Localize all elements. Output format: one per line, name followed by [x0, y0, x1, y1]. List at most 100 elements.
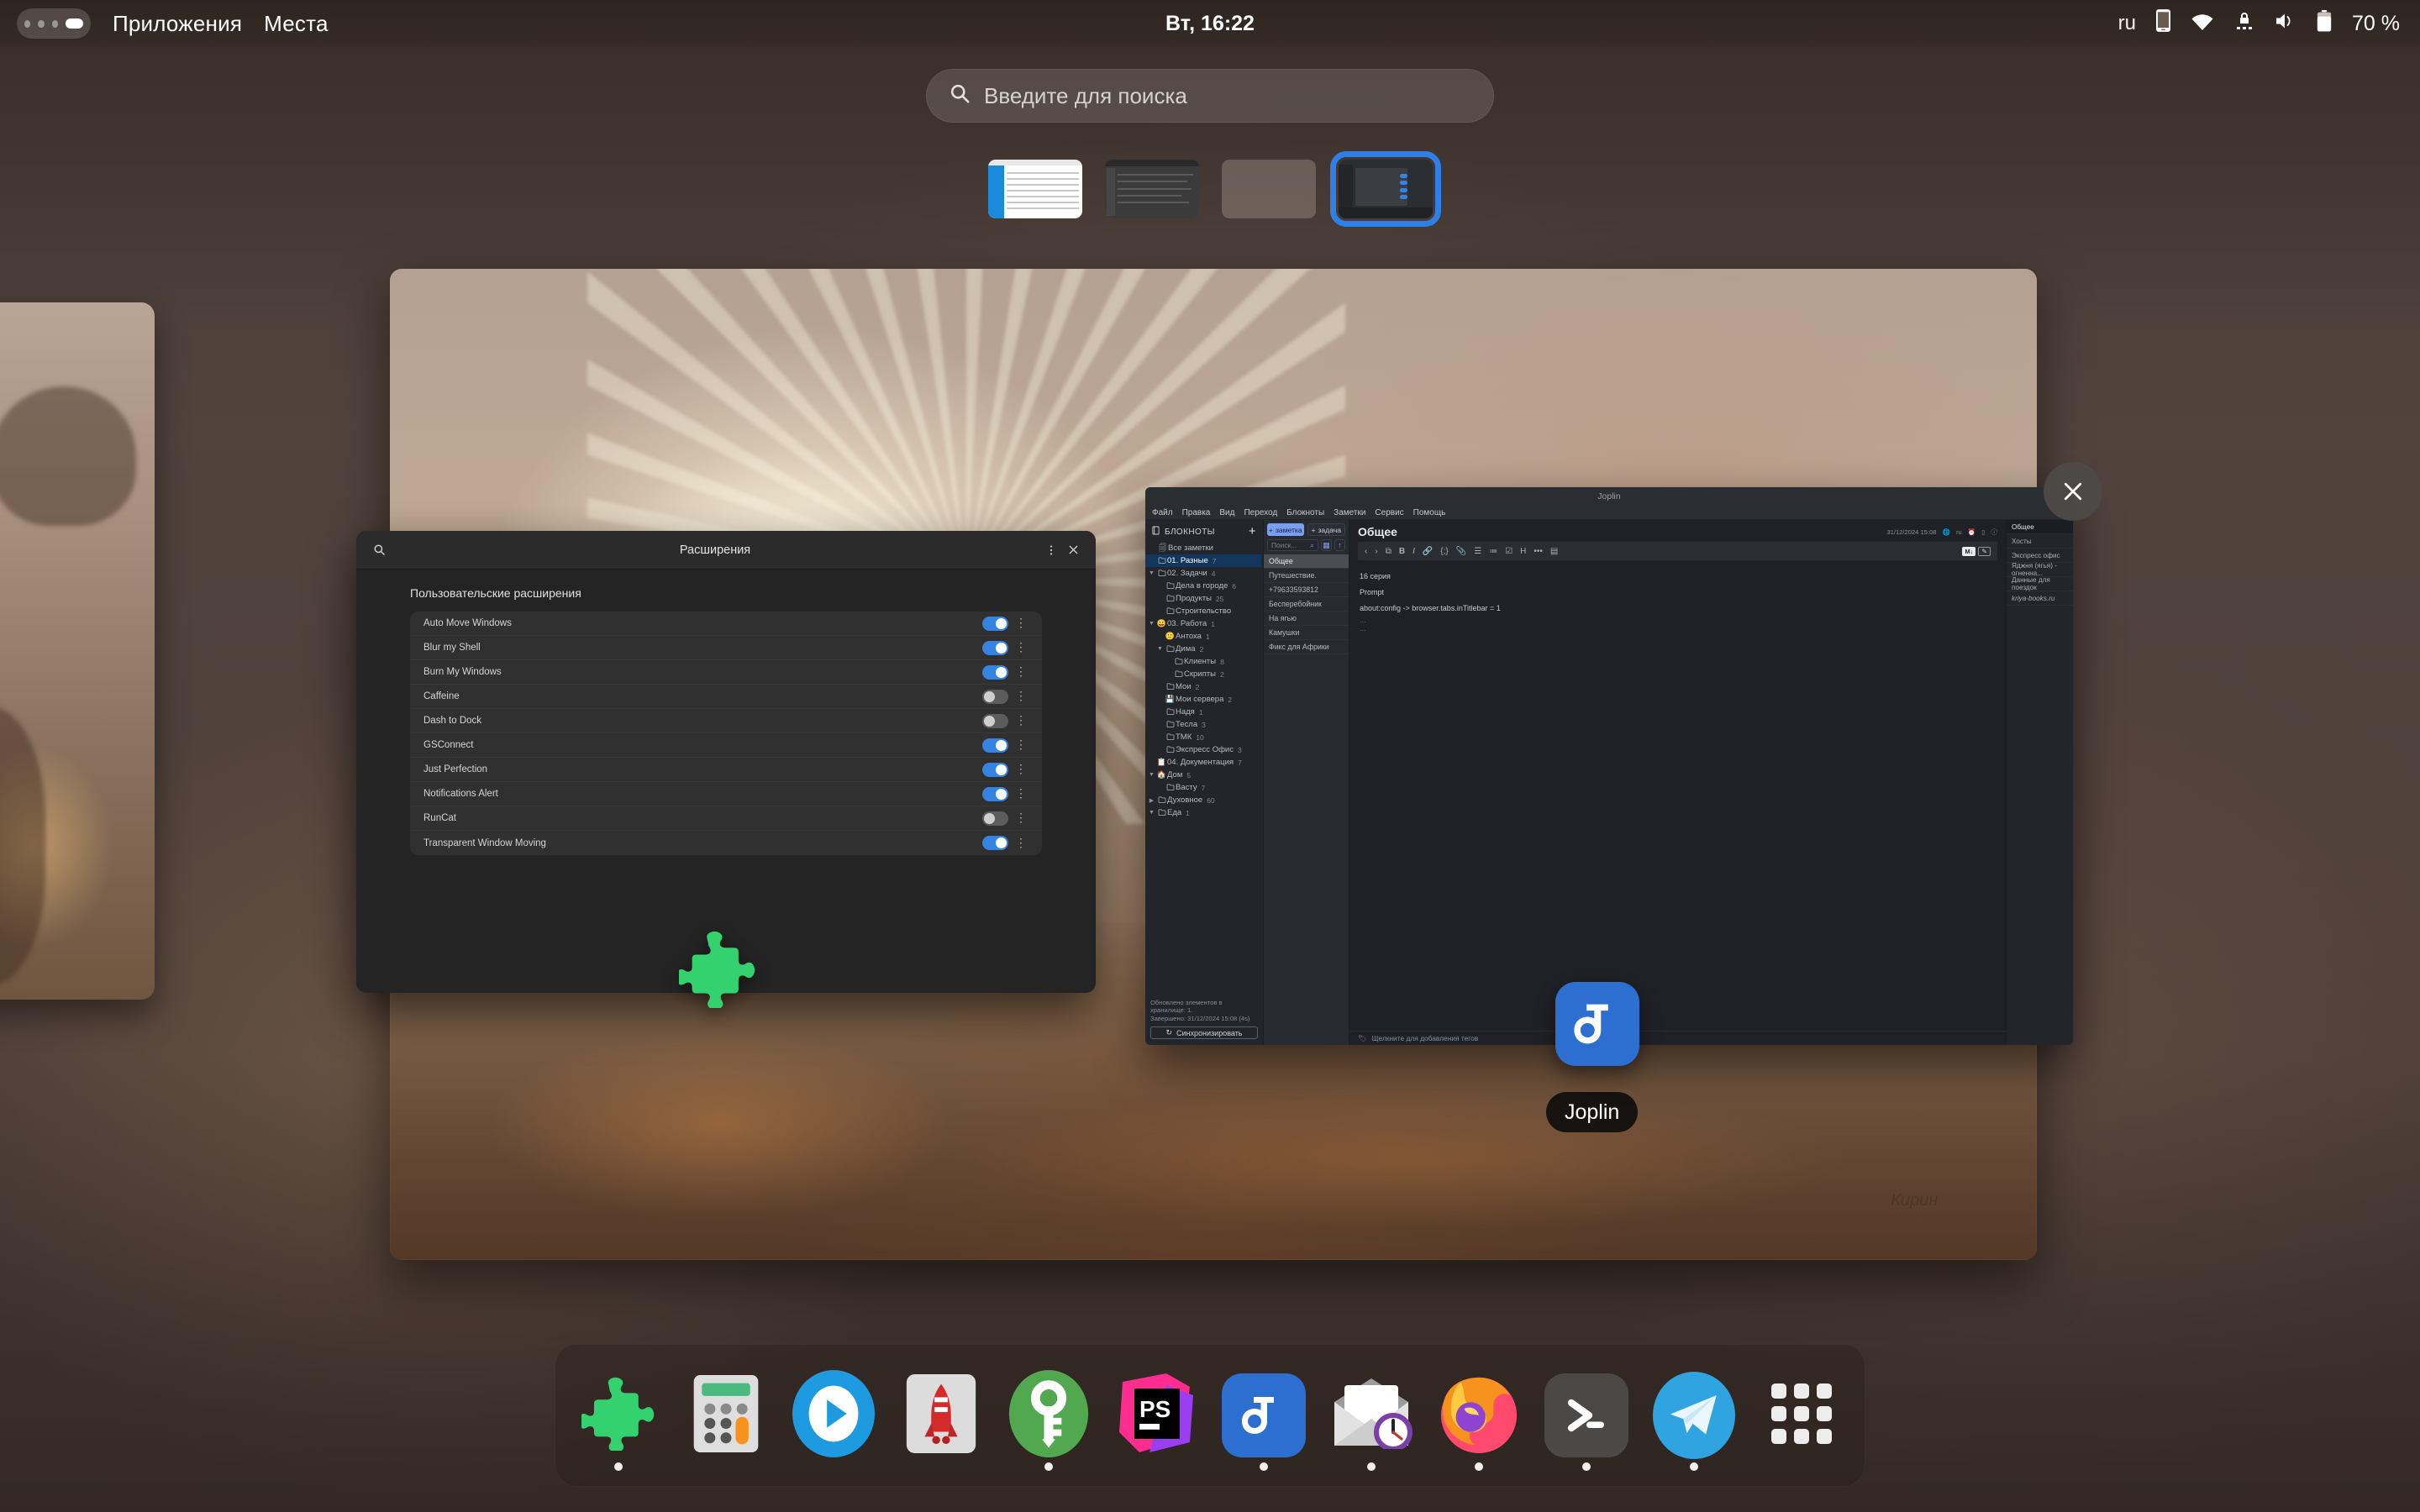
checkbox-list-icon[interactable]: ☑: [1505, 547, 1512, 556]
sort-ascending-icon[interactable]: ↑: [1334, 539, 1345, 551]
kebab-menu-icon[interactable]: ⋮: [1013, 787, 1028, 799]
joplin-menubar[interactable]: Файл Правка Вид Переход Блокноты Заметки Серви…: [1145, 506, 2073, 520]
notebook-row[interactable]: ▼ 😀 03. Работа 1: [1145, 617, 1261, 630]
alarm-icon[interactable]: ⏰: [1968, 528, 1975, 536]
search-input[interactable]: Введите для поиска: [926, 69, 1494, 123]
notebook-row[interactable]: Клиенты 8: [1145, 655, 1261, 668]
joplin-window[interactable]: Joplin Файл Правка Вид Переход Блокноты Замет…: [1145, 487, 2073, 1045]
extension-row[interactable]: Blur my Shell ⋮: [410, 636, 1042, 660]
dock-item-phpstorm[interactable]: PS: [1114, 1373, 1198, 1457]
dock[interactable]: PS: [555, 1344, 1865, 1487]
dock-item-firefox[interactable]: [1437, 1373, 1521, 1471]
kebab-menu-icon[interactable]: [1040, 539, 1062, 561]
notebook-row[interactable]: ▶ Духовное 60: [1145, 794, 1261, 806]
notebook-row[interactable]: ▼ Еда 1: [1145, 806, 1261, 819]
chevron-icon[interactable]: ▶: [1147, 797, 1156, 804]
dock-item-show-applications[interactable]: [1760, 1373, 1844, 1457]
notebook-row[interactable]: ▼ Дима 2: [1145, 643, 1261, 655]
notebook-row[interactable]: ТМК 10: [1145, 731, 1261, 743]
notebook-row[interactable]: Тесла 3: [1145, 718, 1261, 731]
places-menu[interactable]: Места: [264, 11, 329, 37]
note-body[interactable]: 16 серия Prompt about:config -> browser.ta…: [1349, 560, 2006, 1031]
notebook-row[interactable]: ▼ 🏠 Дом 5: [1145, 769, 1261, 781]
volume-icon[interactable]: [2275, 11, 2296, 37]
dock-item-calculator[interactable]: [684, 1373, 768, 1457]
note-list-item[interactable]: +79633593812: [1264, 583, 1349, 597]
workspace-dot[interactable]: [38, 19, 45, 28]
extension-toggle[interactable]: [982, 713, 1008, 728]
notebook-row[interactable]: Мои 2: [1145, 680, 1261, 693]
link-icon[interactable]: 🔗: [1423, 547, 1433, 556]
bullet-list-icon[interactable]: ☰: [1474, 547, 1481, 556]
extension-row[interactable]: Burn My Windows ⋮: [410, 660, 1042, 685]
dock-item-terminal[interactable]: [1544, 1373, 1628, 1471]
notebook-row[interactable]: Продукты 25: [1145, 592, 1261, 605]
plus-icon[interactable]: +: [1249, 525, 1256, 538]
back-icon[interactable]: ‹: [1365, 547, 1367, 556]
close-icon[interactable]: [2044, 462, 2102, 521]
joplin-editor[interactable]: Общее 31/12/2024 15:08 🌐 ru ⏰ ▯ ⓘ ‹ › ⧉ …: [1349, 520, 2006, 1045]
workspace-switcher[interactable]: [0, 151, 2420, 227]
kebab-menu-icon[interactable]: ⋮: [1013, 641, 1028, 653]
notebook-row[interactable]: ▼ 02. Задачи 4: [1145, 567, 1261, 580]
sync-button[interactable]: ↻ Синхронизировать: [1150, 1026, 1258, 1039]
italic-icon[interactable]: I: [1413, 547, 1415, 556]
system-status-area[interactable]: ru 70 %: [2118, 9, 2400, 38]
clock[interactable]: Вт, 16:22: [1165, 12, 1255, 36]
dock-item-extensions[interactable]: [576, 1373, 660, 1471]
note-search-input[interactable]: Поиск... ⌕: [1267, 539, 1318, 551]
menu-item-6[interactable]: Сервис: [1375, 508, 1403, 517]
editor-toolbar[interactable]: ‹ › ⧉ B I 🔗 {;} 📎 ☰ ≔ ☑ H ••• ▤ M↓ ✎: [1358, 542, 1997, 560]
dock-item-password-manager[interactable]: [1007, 1369, 1091, 1471]
notebook-row[interactable]: Скрипты 2: [1145, 668, 1261, 680]
notebook-row[interactable]: Васту 7: [1145, 781, 1261, 794]
extension-toggle[interactable]: [982, 836, 1008, 850]
keyboard-layout-indicator[interactable]: ru: [2118, 12, 2136, 35]
note-list-item[interactable]: Фикс для Африки: [1264, 640, 1349, 654]
joplin-tags-panel[interactable]: Общее Хосты Экспресс офис Яджня (ягья) - ог…: [2006, 520, 2073, 1045]
bold-icon[interactable]: B: [1399, 547, 1405, 556]
close-icon[interactable]: [1062, 539, 1084, 561]
kebab-menu-icon[interactable]: ⋮: [1013, 738, 1028, 750]
note-list-item[interactable]: Общее: [1264, 554, 1349, 569]
chevron-icon[interactable]: ▼: [1155, 646, 1165, 652]
forward-icon[interactable]: ›: [1375, 547, 1377, 556]
external-link-icon[interactable]: ⧉: [1386, 547, 1392, 556]
new-note-button[interactable]: + заметка: [1267, 523, 1304, 536]
extension-toggle[interactable]: [982, 640, 1008, 655]
tag-row[interactable]: Хосты: [2007, 534, 2073, 549]
heading-icon[interactable]: H: [1520, 547, 1526, 556]
notebook-row[interactable]: Дела в городе 6: [1145, 580, 1261, 592]
notebook-row[interactable]: 01. Разные 7: [1145, 554, 1261, 567]
search-icon[interactable]: ⌕: [1310, 541, 1314, 550]
notebook-tree[interactable]: 01. Разные 7 ▼ 02. Задачи 4 Дела в городе 6 Про…: [1145, 554, 1263, 995]
dock-item-rocket-launcher[interactable]: [899, 1373, 983, 1457]
note-list-item[interactable]: Бесперебойник: [1264, 597, 1349, 612]
kebab-menu-icon[interactable]: ⋮: [1013, 617, 1028, 628]
extension-toggle[interactable]: [982, 664, 1008, 680]
kebab-menu-icon[interactable]: ⋮: [1013, 763, 1028, 774]
tag-row[interactable]: Яджня (ягья) - огненна...: [2007, 562, 2073, 577]
menu-item-0[interactable]: Файл: [1152, 508, 1173, 517]
more-icon[interactable]: •••: [1534, 547, 1543, 556]
tag-row[interactable]: Данные для поездок: [2007, 576, 2073, 591]
note-list-item[interactable]: На ягью: [1264, 612, 1349, 626]
extension-row[interactable]: Dash to Dock ⋮: [410, 709, 1042, 733]
extension-toggle[interactable]: [982, 811, 1008, 826]
kebab-menu-icon[interactable]: ⋮: [1013, 811, 1028, 823]
info-icon[interactable]: ⓘ: [1991, 528, 1997, 537]
wifi-icon[interactable]: [2191, 11, 2214, 37]
chevron-icon[interactable]: ▼: [1147, 772, 1156, 778]
menu-item-2[interactable]: Вид: [1219, 508, 1234, 517]
menu-item-5[interactable]: Заметки: [1334, 508, 1365, 517]
note-list-item[interactable]: Путешествие.: [1264, 569, 1349, 583]
joplin-sidebar[interactable]: БЛОКНОТЫ + 🗐 Все заметки 01. Разные 7 ▼ 02.…: [1145, 520, 1263, 1045]
extension-toggle[interactable]: [982, 738, 1008, 753]
applications-menu[interactable]: Приложения: [113, 11, 242, 37]
kebab-menu-icon[interactable]: ⋮: [1013, 665, 1028, 677]
menu-item-4[interactable]: Блокноты: [1286, 508, 1324, 517]
notebook-row[interactable]: 🙂 Антоха 1: [1145, 630, 1261, 643]
extension-row[interactable]: Just Perfection ⋮: [410, 758, 1042, 782]
dock-item-joplin[interactable]: [1222, 1373, 1306, 1471]
code-icon[interactable]: {;}: [1440, 547, 1448, 556]
